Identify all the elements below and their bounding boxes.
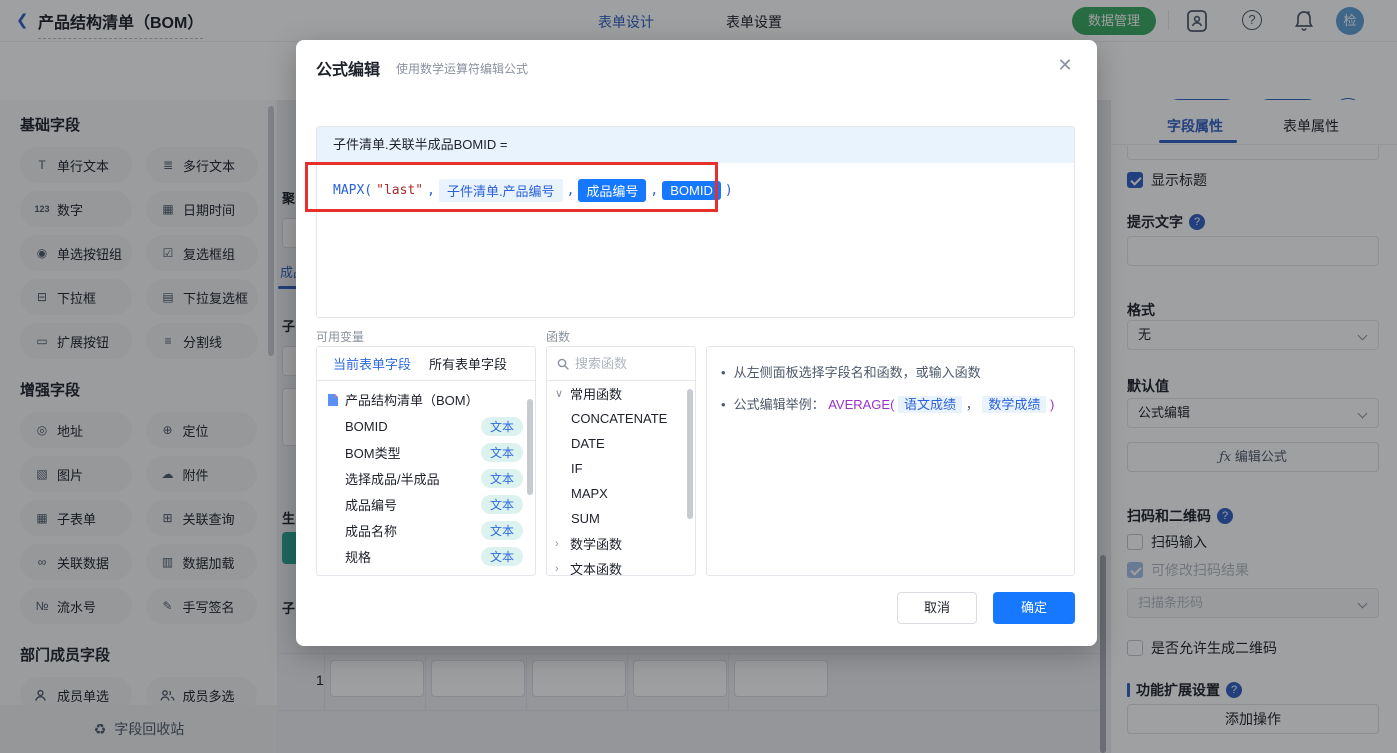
string-arg: "last" — [376, 183, 423, 198]
variables-tabs: 当前表单字段 所有表单字段 — [317, 347, 535, 381]
functions-panel: ∨常用函数 CONCATENATE DATE IF MAPX SUM ›数学函数… — [546, 346, 696, 576]
tips-panel: • 从左侧面板选择字段名和函数，或输入函数 • 公式编辑举例： AVERAGE(… — [706, 346, 1075, 576]
tip-example-line: • 公式编辑举例： AVERAGE( 语文成绩 ， 数学成绩 ) — [721, 395, 1074, 415]
formula-edit-modal: 公式编辑 使用数学运算符编辑公式 ✕ 子件清单.关联半成品BOMID = MAP… — [296, 40, 1097, 646]
caret-open-icon: ∨ — [555, 387, 565, 400]
variables-panel: 当前表单字段 所有表单字段 产品结构清单（BOM） BOMID文本 BOM类型文… — [316, 346, 536, 576]
function-group[interactable]: ›数学函数 — [547, 531, 695, 556]
document-icon — [327, 393, 339, 407]
variables-tree-root[interactable]: 产品结构清单（BOM） — [317, 381, 535, 413]
form-designer-app: ❮ 产品结构清单（BOM） 表单设计 表单设置 数据管理 ? 检 表单外链 后端… — [0, 0, 1397, 753]
example-function: AVERAGE( — [828, 397, 894, 412]
field-chip-solid[interactable]: 成品编号 — [578, 179, 646, 202]
type-badge: 文本 — [481, 547, 523, 566]
variable-item[interactable]: 选择成品/半成品文本 — [317, 465, 535, 491]
modal-subtitle: 使用数学运算符编辑公式 — [396, 60, 528, 77]
example-chip: 语文成绩 — [898, 396, 962, 413]
type-badge: 文本 — [481, 495, 523, 514]
function-item[interactable]: MAPX — [547, 481, 695, 506]
close-icon[interactable]: ✕ — [1052, 52, 1078, 78]
type-badge: 文本 — [481, 521, 523, 540]
variable-item[interactable]: BOMID文本 — [317, 413, 535, 439]
type-badge: 文本 — [481, 417, 523, 436]
function-item[interactable]: DATE — [547, 431, 695, 456]
function-search[interactable] — [547, 347, 695, 381]
variable-item[interactable]: BOM类型文本 — [317, 439, 535, 465]
type-badge: 文本 — [481, 443, 523, 462]
variable-item[interactable]: 成品编号文本 — [317, 491, 535, 517]
field-chip-solid[interactable]: BOMID — [662, 181, 721, 200]
search-input[interactable] — [575, 356, 675, 371]
field-chip-light[interactable]: 子件清单.产品编号 — [439, 179, 563, 202]
formula-editor[interactable]: 子件清单.关联半成品BOMID = MAPX( "last" , 子件清单.产品… — [316, 126, 1075, 318]
function-item[interactable]: IF — [547, 456, 695, 481]
variable-item[interactable]: 成品名称文本 — [317, 517, 535, 543]
caret-closed-icon: › — [555, 563, 565, 575]
confirm-button[interactable]: 确定 — [993, 592, 1075, 624]
functions-label: 函数 — [546, 328, 570, 345]
type-badge: 文本 — [481, 469, 523, 488]
tab-all-form-fields[interactable]: 所有表单字段 — [429, 354, 507, 373]
search-icon — [557, 358, 569, 370]
function-group[interactable]: ∨常用函数 — [547, 381, 695, 406]
function-name: MAPX( — [333, 183, 372, 198]
formula-target: 子件清单.关联半成品BOMID = — [317, 127, 1074, 163]
functions-scrollbar[interactable] — [687, 389, 693, 519]
variable-item[interactable]: 规格文本 — [317, 543, 535, 569]
caret-closed-icon: › — [555, 538, 565, 550]
formula-expression[interactable]: MAPX( "last" , 子件清单.产品编号 , 成品编号 , BOMID … — [317, 163, 1074, 202]
cancel-button[interactable]: 取消 — [897, 592, 977, 624]
function-group[interactable]: ›文本函数 — [547, 556, 695, 576]
variables-scrollbar[interactable] — [527, 399, 533, 495]
function-item[interactable]: CONCATENATE — [547, 406, 695, 431]
function-item[interactable]: SUM — [547, 506, 695, 531]
variables-label: 可用变量 — [316, 328, 364, 345]
tab-current-form-fields[interactable]: 当前表单字段 — [333, 354, 411, 373]
example-chip: 数学成绩 — [982, 396, 1046, 413]
tip-line: • 从左侧面板选择字段名和函数，或输入函数 — [721, 363, 1074, 383]
modal-title: 公式编辑 — [316, 56, 380, 80]
